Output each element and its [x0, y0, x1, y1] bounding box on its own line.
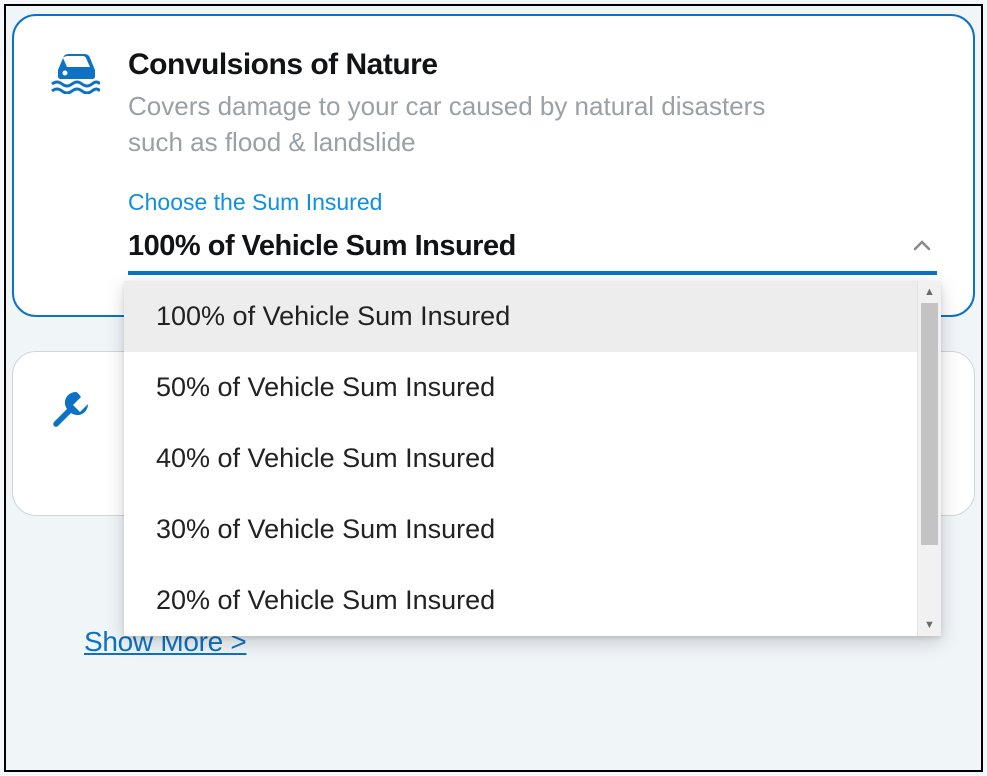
sum-insured-label: Choose the Sum Insured [128, 189, 937, 216]
select-display[interactable]: 100% of Vehicle Sum Insured [128, 230, 937, 275]
dropdown-list: 100% of Vehicle Sum Insured 50% of Vehic… [124, 281, 917, 636]
dropdown-option[interactable]: 20% of Vehicle Sum Insured [124, 565, 917, 636]
select-current-value: 100% of Vehicle Sum Insured [128, 230, 516, 263]
coverage-content: Convulsions of Nature Covers damage to y… [128, 48, 937, 275]
scroll-up-icon[interactable]: ▲ [918, 281, 941, 303]
dropdown-option[interactable]: 100% of Vehicle Sum Insured [124, 281, 917, 352]
coverage-title: Convulsions of Nature [128, 48, 937, 82]
dropdown-option[interactable]: 50% of Vehicle Sum Insured [124, 352, 917, 423]
coverage-card-convulsions[interactable]: Convulsions of Nature Covers damage to y… [12, 14, 975, 317]
sum-insured-dropdown: 100% of Vehicle Sum Insured 50% of Vehic… [124, 281, 941, 636]
scroll-down-icon[interactable]: ▼ [918, 614, 941, 636]
coverage-description: Covers damage to your car caused by natu… [128, 88, 768, 161]
dropdown-scrollbar[interactable]: ▲ ▼ [917, 281, 941, 636]
page-frame: Convulsions of Nature Covers damage to y… [4, 4, 983, 772]
scroll-track[interactable] [918, 303, 941, 614]
chevron-up-icon [913, 235, 937, 258]
sum-insured-select[interactable]: 100% of Vehicle Sum Insured 100% of Vehi… [128, 230, 937, 275]
dropdown-option[interactable]: 40% of Vehicle Sum Insured [124, 423, 917, 494]
dropdown-option[interactable]: 30% of Vehicle Sum Insured [124, 494, 917, 565]
car-flood-icon [50, 48, 100, 275]
wrench-icon [49, 384, 99, 435]
scroll-thumb[interactable] [921, 303, 938, 546]
